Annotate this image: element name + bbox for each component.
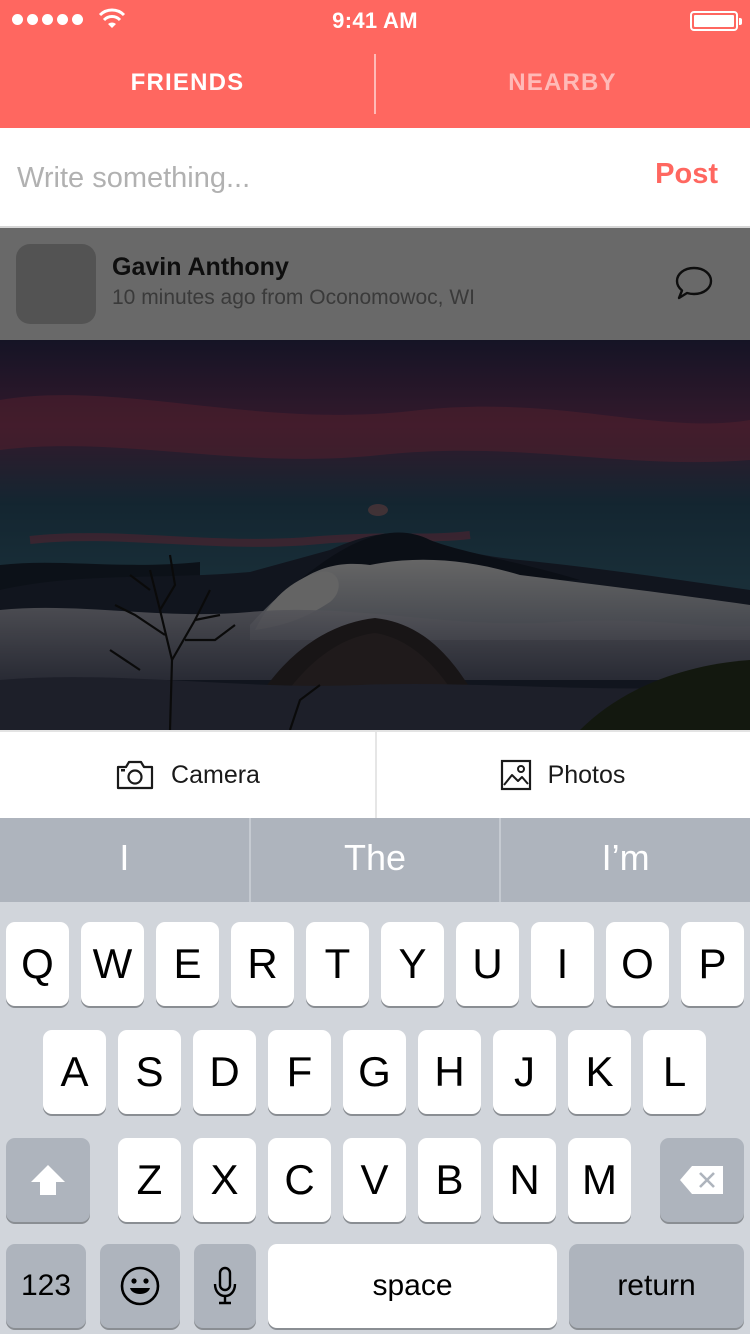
feed-tabs: FRIENDS NEARBY <box>0 54 750 114</box>
key-n[interactable]: N <box>493 1138 556 1222</box>
avatar[interactable] <box>16 244 96 324</box>
photos-label: Photos <box>547 760 626 789</box>
key-r[interactable]: R <box>231 922 294 1006</box>
key-k[interactable]: K <box>568 1030 631 1114</box>
feed-post-card: Gavin Anthony 10 minutes ago from Oconom… <box>0 228 750 730</box>
post-author[interactable]: Gavin Anthony <box>112 253 289 282</box>
key-d[interactable]: D <box>193 1030 256 1114</box>
key-s[interactable]: S <box>118 1030 181 1114</box>
key-l[interactable]: L <box>643 1030 706 1114</box>
key-z[interactable]: Z <box>118 1138 181 1222</box>
prediction-2[interactable]: The <box>251 818 500 902</box>
photos-button[interactable]: Photos <box>375 732 750 818</box>
delete-key[interactable] <box>660 1138 744 1222</box>
return-key[interactable]: return <box>569 1244 744 1328</box>
comment-icon[interactable] <box>674 264 714 302</box>
key-u[interactable]: U <box>456 922 519 1006</box>
key-j[interactable]: J <box>493 1030 556 1114</box>
post-photo[interactable] <box>0 340 750 730</box>
prediction-3[interactable]: I’m <box>501 818 750 902</box>
key-y[interactable]: Y <box>381 922 444 1006</box>
post-button[interactable]: Post <box>655 158 718 191</box>
post-meta: 10 minutes ago from Oconomowoc, WI <box>112 286 475 309</box>
battery-icon <box>690 11 742 31</box>
key-h[interactable]: H <box>418 1030 481 1114</box>
camera-label: Camera <box>171 760 260 789</box>
microphone-icon <box>213 1266 237 1305</box>
predictive-text-bar: I The I’m <box>0 818 750 902</box>
key-w[interactable]: W <box>81 922 144 1006</box>
key-a[interactable]: A <box>43 1030 106 1114</box>
attach-bar: Camera Photos <box>0 730 750 820</box>
numbers-key[interactable]: 123 <box>6 1244 86 1328</box>
key-b[interactable]: B <box>418 1138 481 1222</box>
key-v[interactable]: V <box>343 1138 406 1222</box>
tab-divider <box>374 54 376 114</box>
key-t[interactable]: T <box>306 922 369 1006</box>
key-c[interactable]: C <box>268 1138 331 1222</box>
post-header: Gavin Anthony 10 minutes ago from Oconom… <box>0 228 750 340</box>
dictation-key[interactable] <box>194 1244 256 1328</box>
shift-icon <box>31 1165 65 1195</box>
key-f[interactable]: F <box>268 1030 331 1114</box>
key-m[interactable]: M <box>568 1138 631 1222</box>
key-g[interactable]: G <box>343 1030 406 1114</box>
key-q[interactable]: Q <box>6 922 69 1006</box>
key-o[interactable]: O <box>606 922 669 1006</box>
volcano-landscape-image <box>0 340 750 730</box>
key-i[interactable]: I <box>531 922 594 1006</box>
photos-icon <box>500 759 531 791</box>
app-header: 9:41 AM FRIENDS NEARBY <box>0 0 750 128</box>
emoji-icon <box>120 1266 160 1306</box>
camera-button[interactable]: Camera <box>0 732 375 818</box>
shift-key[interactable] <box>6 1138 90 1222</box>
status-time: 9:41 AM <box>332 8 418 33</box>
space-key[interactable]: space <box>268 1244 557 1328</box>
key-e[interactable]: E <box>156 922 219 1006</box>
keyboard: Q W E R T Y U I O P A S D F G H J K L Z … <box>0 902 750 1334</box>
key-p[interactable]: P <box>681 922 744 1006</box>
camera-icon <box>116 760 154 790</box>
emoji-key[interactable] <box>100 1244 180 1328</box>
tab-nearby[interactable]: NEARBY <box>375 54 750 114</box>
backspace-icon <box>680 1166 723 1194</box>
compose-input[interactable] <box>17 156 617 200</box>
key-x[interactable]: X <box>193 1138 256 1222</box>
post-composer: Post <box>0 128 750 228</box>
attach-divider <box>375 732 377 820</box>
tab-friends[interactable]: FRIENDS <box>0 54 375 114</box>
prediction-1[interactable]: I <box>0 818 249 902</box>
status-bar: 9:41 AM <box>0 0 750 40</box>
